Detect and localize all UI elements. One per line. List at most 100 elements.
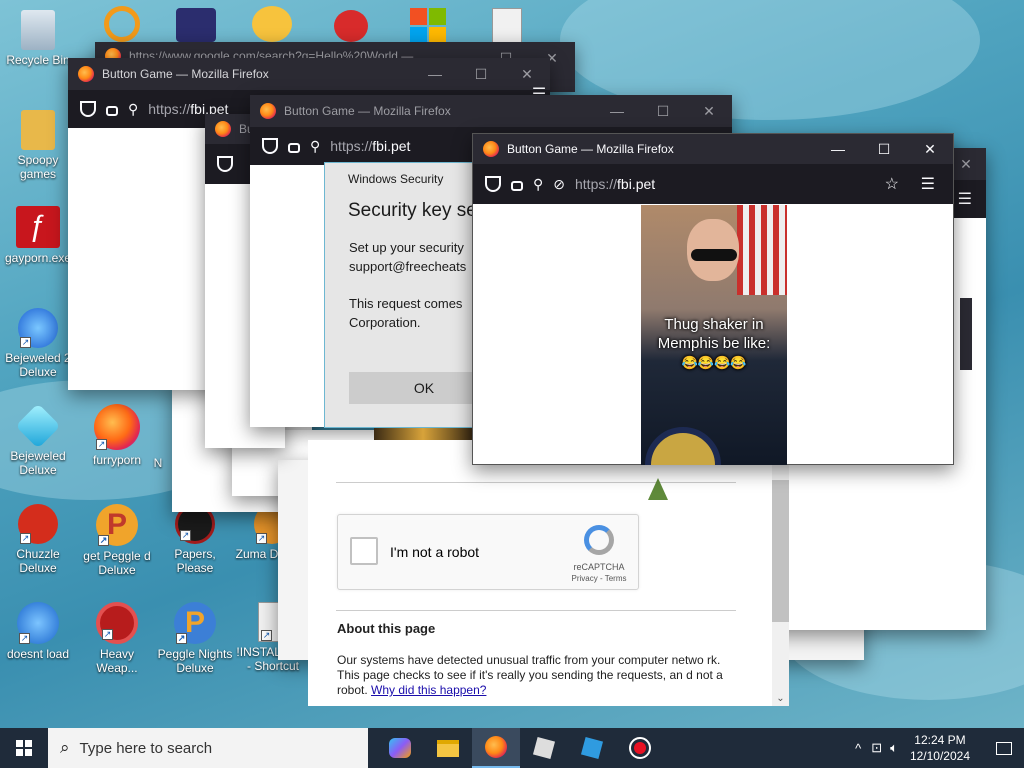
windows-logo-icon[interactable] [410, 8, 446, 44]
desktop-icon-label: doesnt load [6, 647, 70, 661]
folder-icon [437, 739, 459, 757]
desktop-icon-gayporn[interactable]: ƒ gayporn.exe [0, 206, 77, 265]
desktop-icon-label: Zuma D [235, 547, 279, 561]
shield-icon[interactable] [217, 156, 233, 172]
title-bar[interactable]: Button Game — Mozilla Firefox — ☐ ✕ [473, 134, 953, 164]
shield-icon[interactable] [262, 138, 278, 154]
notification-icon [996, 741, 1012, 755]
windows-security-dialog[interactable]: Windows Security Security key se Set up … [324, 162, 494, 428]
title-bar[interactable]: Button Game — Mozilla Firefox — ☐ ✕ [68, 58, 550, 90]
taskbar-roblox-studio[interactable] [568, 728, 616, 768]
tracking-blocked-icon[interactable]: ⊘ [553, 176, 565, 193]
desktop-icon-recycle-bin[interactable]: Recycle Bin [0, 10, 77, 67]
chuzzle-icon: ↗ [18, 504, 58, 544]
url-bar[interactable]: https://fbi.pet [575, 176, 655, 192]
app-icon[interactable] [104, 6, 140, 42]
record-icon [629, 737, 651, 759]
desktop-icon-spoopy-games[interactable]: Spoopy games [0, 110, 77, 181]
close-icon[interactable]: ✕ [907, 134, 953, 164]
url-bar[interactable]: https://fbi.pet [330, 138, 410, 154]
minimize-icon[interactable]: — [815, 134, 861, 164]
about-title: About this page [337, 621, 436, 636]
close-icon[interactable]: ✕ [956, 148, 976, 180]
desktop-icon-n[interactable]: N [140, 440, 176, 470]
shield-icon[interactable] [80, 101, 96, 117]
recaptcha-page[interactable]: I'm not a robot reCAPTCHA Privacy - Term… [308, 440, 789, 706]
desktop-icon-doesnt-load[interactable]: ↗ doesnt load [0, 602, 77, 661]
meme-caption: Thug shaker in Memphis be like: 😂😂😂😂 [657, 316, 771, 370]
recaptcha-checkbox[interactable] [350, 537, 378, 565]
desktop-icon-label: Chuzzle Deluxe [16, 547, 60, 575]
menu-icon[interactable]: ☰ [958, 189, 972, 209]
lock-icon[interactable] [511, 181, 523, 191]
app-icon[interactable] [176, 8, 216, 42]
chevron-up-icon[interactable]: ^ [855, 741, 861, 756]
taskbar-search[interactable]: ⌕ Type here to search [48, 728, 368, 768]
taskbar-file-explorer[interactable] [424, 728, 472, 768]
angry-birds-icon[interactable] [334, 10, 368, 42]
thunderbird-icon: ↗ [17, 602, 59, 644]
desktop-icon-label: N [153, 456, 163, 470]
menu-icon[interactable]: ☰ [921, 174, 935, 194]
title-bar[interactable]: Button Game — Mozilla Firefox — ☐ ✕ [250, 95, 732, 127]
permissions-icon[interactable]: ⚲ [310, 138, 320, 155]
desktop-icon-peggle-nights[interactable]: P ↗ Peggle Nights Deluxe [156, 602, 234, 675]
about-text: Our systems have detected unusual traffi… [337, 653, 723, 697]
document-icon[interactable] [492, 8, 522, 44]
windows-start-icon [16, 740, 32, 756]
desktop-icon-bejeweled-2[interactable]: ↗ Bejeweled 2 Deluxe [0, 308, 77, 379]
bejeweled-icon: ↗ [18, 308, 58, 348]
minimize-icon[interactable]: — [412, 58, 458, 90]
search-placeholder: Type here to search [79, 739, 213, 757]
recaptcha-widget: I'm not a robot reCAPTCHA Privacy - Term… [337, 514, 639, 590]
radiation-icon: ↗ [96, 602, 138, 644]
notifications-button[interactable] [984, 728, 1024, 768]
desktop-icon-papers-please[interactable]: ↗ Papers, Please [156, 504, 234, 575]
window-title: Button Game — Mozilla Firefox [507, 142, 674, 156]
desktop-icon-zuma[interactable]: ↗ Zuma D [234, 504, 280, 561]
lock-icon[interactable] [106, 106, 118, 116]
desktop-icon-label: Heavy Weap... [96, 647, 138, 675]
bookmark-star-icon[interactable]: ☆ [885, 174, 899, 194]
meme-image: Thug shaker in Memphis be like: 😂😂😂😂 [641, 205, 787, 465]
minimize-icon[interactable]: — [594, 95, 640, 127]
scrollbar[interactable] [960, 298, 972, 370]
volume-icon[interactable]: 🔈︎ [890, 740, 898, 756]
desktop-icon-bejeweled[interactable]: Bejeweled Deluxe [0, 403, 77, 477]
scroll-down-icon[interactable]: ⌄ [772, 693, 789, 704]
copilot-icon [389, 738, 411, 758]
desktop-icon-label: Spoopy games [17, 153, 59, 181]
permissions-icon[interactable]: ⚲ [533, 176, 543, 193]
clock-time: 12:24 PM [914, 733, 966, 747]
maximize-icon[interactable]: ☐ [640, 95, 686, 127]
clock[interactable]: 12:24 PM 12/10/2024 [910, 732, 970, 764]
desktop-icon-heavy-weapon[interactable]: ↗ Heavy Weap... [78, 602, 156, 675]
lock-icon[interactable] [288, 143, 300, 153]
scrollbar-thumb[interactable] [772, 480, 789, 622]
maximize-icon[interactable]: ☐ [458, 58, 504, 90]
desktop-icon-label: Papers, Please [174, 547, 216, 575]
maximize-icon[interactable]: ☐ [861, 134, 907, 164]
why-link[interactable]: Why did this happen? [371, 683, 486, 697]
taskbar-roblox-player[interactable] [520, 728, 568, 768]
network-icon[interactable]: ⊡ [871, 740, 882, 756]
firefox-icon: ↗ [94, 404, 140, 450]
browser-window-front[interactable]: Button Game — Mozilla Firefox — ☐ ✕ ⚲ ⊘ … [472, 133, 954, 465]
desktop-icon-get-peggle[interactable]: P ↗ get Peggle d Deluxe [78, 504, 156, 577]
recaptcha-links[interactable]: Privacy - Terms [564, 574, 634, 583]
taskbar-firefox[interactable] [472, 728, 520, 768]
taskbar-copilot[interactable] [376, 728, 424, 768]
firefox-icon [78, 66, 94, 82]
firefox-icon [260, 103, 276, 119]
system-tray: ^ ⊡ 🔈︎ 12:24 PM 12/10/2024 [855, 728, 1024, 768]
close-icon[interactable]: ✕ [686, 95, 732, 127]
desktop-icon-chuzzle[interactable]: ↗ Chuzzle Deluxe [0, 504, 77, 575]
taskbar-recorder[interactable] [616, 728, 664, 768]
start-button[interactable] [0, 728, 48, 768]
desktop-icon-label: get Peggle d Deluxe [83, 549, 151, 577]
shield-icon[interactable] [485, 176, 501, 192]
scrollbar[interactable]: ⌄ [772, 440, 789, 706]
window-title: Button Game — Mozilla Firefox [102, 67, 269, 81]
peggle-icon[interactable] [252, 6, 292, 42]
permissions-icon[interactable]: ⚲ [128, 101, 138, 118]
